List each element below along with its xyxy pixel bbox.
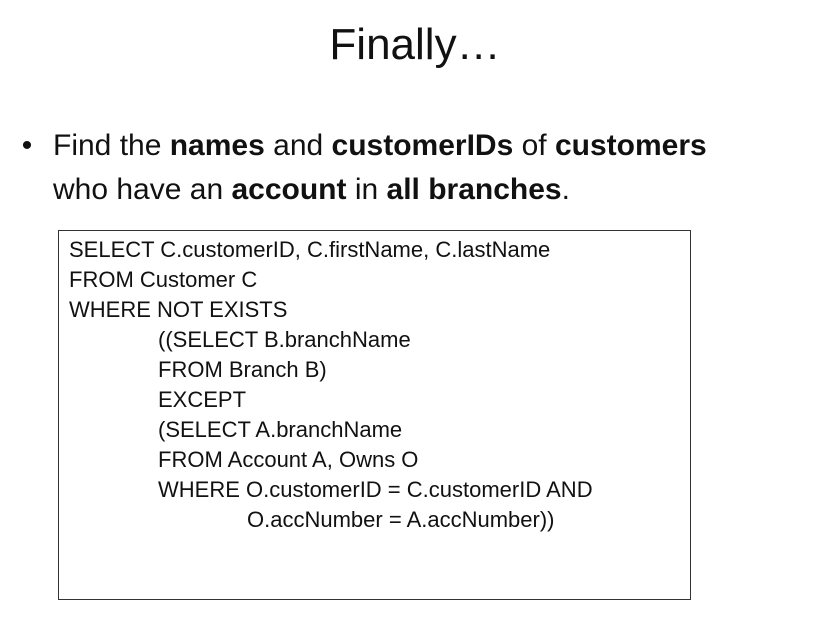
sql-line: O.accNumber = A.accNumber)) <box>247 507 555 532</box>
sql-line: FROM Account A, Owns O <box>158 447 419 472</box>
sql-line: WHERE O.customerID = C.customerID AND <box>158 477 593 502</box>
bullet-bold-part: customerIDs <box>331 129 514 162</box>
sql-line: FROM Branch B) <box>158 357 327 382</box>
sql-line: SELECT C.customerID, C.firstName, C.last… <box>69 237 551 262</box>
sql-line: WHERE NOT EXISTS <box>69 297 288 322</box>
slide-title: Finally… <box>329 20 501 69</box>
bullet-bold-part: all branches <box>386 173 562 206</box>
bullet-marker: • <box>21 129 33 162</box>
sql-line: FROM Customer C <box>69 267 258 292</box>
sql-line: (SELECT A.branchName <box>158 417 403 442</box>
sql-line: ((SELECT B.branchName <box>158 327 411 352</box>
sql-line: EXCEPT <box>158 387 247 412</box>
bullet-line-2: who have an account in all branches. <box>53 168 826 212</box>
bullet-part: of <box>513 129 555 162</box>
bullet-part: in <box>346 173 387 206</box>
bullet-part: and <box>264 129 332 162</box>
bullet-part: . <box>561 173 570 206</box>
bullet-part: Find the <box>53 129 170 162</box>
bullet-text: Find the names and customerIDs of custom… <box>53 124 826 212</box>
bullet-bold-part: names <box>169 129 265 162</box>
slide: Finally… • Find the names and customerID… <box>0 0 830 622</box>
sql-query-box: SELECT C.customerID, C.firstName, C.last… <box>58 230 691 600</box>
bullet-line-1: Find the names and customerIDs of custom… <box>53 124 826 168</box>
bullet-item: • Find the names and customerIDs of cust… <box>16 124 826 212</box>
bullet-bold-part: account <box>231 173 347 206</box>
bullet-bold-part: customers <box>554 129 707 162</box>
bullet-part: who have an <box>53 173 232 206</box>
